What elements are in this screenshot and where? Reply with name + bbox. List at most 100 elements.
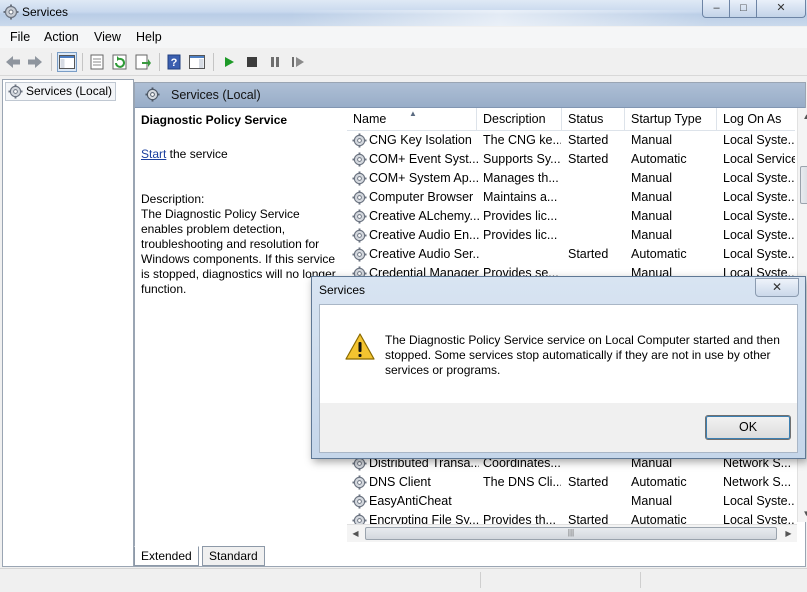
back-arrow-icon[interactable]	[3, 52, 23, 72]
service-name-cell: Creative ALchemy...	[369, 209, 479, 223]
service-row[interactable]: DNS Client The DNS Cli... Started Automatic…	[347, 473, 795, 492]
help-icon[interactable]: ?	[164, 52, 184, 72]
service-description-cell: Maintains a...	[483, 190, 558, 204]
services-message-dialog: Services ✕ The Diagnostic Policy Service…	[311, 276, 806, 459]
service-startup-type-cell: Automatic	[631, 152, 687, 166]
scroll-right-icon[interactable]: ▶	[780, 525, 797, 542]
restart-service-icon[interactable]	[288, 52, 308, 72]
service-row[interactable]: EasyAntiCheat Manual Local Syste...	[347, 492, 795, 511]
refresh-icon[interactable]	[110, 52, 130, 72]
ok-button[interactable]: OK	[705, 415, 791, 440]
menu-file[interactable]: File	[10, 30, 30, 44]
menu-action[interactable]: Action	[44, 30, 79, 44]
service-name-cell: CNG Key Isolation	[369, 133, 472, 147]
toolbar-separator	[213, 53, 214, 71]
view-tabs: Extended Standard	[134, 546, 634, 566]
tab-standard[interactable]: Standard	[202, 546, 265, 566]
menu-help[interactable]: Help	[136, 30, 162, 44]
tree-item-services-local[interactable]: Services (Local)	[5, 82, 117, 101]
status-bar-segment	[640, 572, 641, 588]
service-name-cell: Creative Audio En...	[369, 228, 479, 242]
service-name-cell: Creative Audio Ser...	[369, 247, 479, 261]
services-gear-icon	[3, 4, 19, 20]
stop-service-icon[interactable]	[242, 52, 262, 72]
menu-view[interactable]: View	[94, 30, 121, 44]
minimize-button[interactable]: –	[702, 0, 731, 18]
service-row[interactable]: Creative Audio Ser... Started Automatic Loc…	[347, 245, 795, 264]
start-service-icon[interactable]	[219, 52, 239, 72]
service-log-on-as-cell: Network S...	[723, 475, 792, 489]
pause-service-icon[interactable]	[265, 52, 285, 72]
service-description-cell: The CNG ke...	[483, 133, 561, 147]
horizontal-scrollbar[interactable]: ◀ ||| ▶	[347, 524, 797, 542]
start-service-suffix: the service	[166, 147, 228, 161]
service-startup-type-cell: Manual	[631, 133, 672, 147]
service-startup-type-cell: Automatic	[631, 247, 687, 261]
service-log-on-as-cell: Local Syste...	[723, 171, 795, 185]
scroll-down-icon[interactable]: ▼	[798, 505, 807, 522]
tab-extended[interactable]: Extended	[134, 546, 199, 566]
service-row[interactable]: Creative Audio En... Provides lic... Manua…	[347, 226, 795, 245]
service-startup-type-cell: Manual	[631, 228, 672, 242]
start-service-line: Start the service	[141, 147, 339, 162]
service-log-on-as-cell: Local Syste...	[723, 133, 795, 147]
main-header: Services (Local)	[135, 83, 805, 108]
service-description-cell: Provides lic...	[483, 209, 558, 223]
service-row[interactable]: CNG Key Isolation The CNG ke... Started Man…	[347, 131, 795, 150]
maximize-button[interactable]: □	[729, 0, 758, 18]
show-hide-console-tree-icon[interactable]	[57, 52, 77, 72]
service-row[interactable]: Creative ALchemy... Provides lic... Manual…	[347, 207, 795, 226]
toolbar-separator	[51, 53, 52, 71]
service-description-cell: Supports Sy...	[483, 152, 561, 166]
service-name-cell: DNS Client	[369, 475, 431, 489]
title-bar-glow	[290, 10, 710, 26]
column-header-description[interactable]: Description	[477, 108, 562, 130]
dialog-message-area: The Diagnostic Policy Service service on…	[320, 305, 797, 403]
column-header-log-on-as[interactable]: Log On As	[717, 108, 795, 130]
column-header-status[interactable]: Status	[562, 108, 625, 130]
warning-icon	[345, 333, 375, 360]
toolbar: ?	[0, 49, 807, 76]
dialog-body: The Diagnostic Policy Service service on…	[319, 304, 798, 453]
show-hide-action-pane-icon[interactable]	[187, 52, 207, 72]
service-name-cell: Computer Browser	[369, 190, 474, 204]
service-row[interactable]: COM+ Event Syst... Supports Sy... Started A…	[347, 150, 795, 169]
service-gear-icon	[352, 475, 367, 490]
service-log-on-as-cell: Local Syste...	[723, 190, 795, 204]
service-description-cell: Manages th...	[483, 171, 559, 185]
column-headers: ▲ Name Description Status Startup Type L…	[347, 108, 795, 131]
service-name-cell: COM+ Event Syst...	[369, 152, 479, 166]
service-log-on-as-cell: Local Syste...	[723, 228, 795, 242]
column-header-name[interactable]: ▲ Name	[347, 108, 477, 130]
service-row[interactable]: COM+ System Ap... Manages th... Manual Loca…	[347, 169, 795, 188]
dialog-close-button[interactable]: ✕	[755, 278, 799, 297]
forward-arrow-icon[interactable]	[25, 52, 45, 72]
export-list-icon[interactable]	[133, 52, 153, 72]
scroll-up-icon[interactable]: ▲	[798, 108, 807, 125]
selected-service-name: Diagnostic Policy Service	[141, 113, 288, 127]
toolbar-separator	[159, 53, 160, 71]
vertical-scroll-thumb[interactable]	[800, 166, 807, 204]
dialog-message: The Diagnostic Policy Service service on…	[385, 333, 780, 377]
service-startup-type-cell: Manual	[631, 171, 672, 185]
close-button[interactable]: ✕	[756, 0, 806, 18]
service-status-cell: Started	[568, 475, 609, 489]
service-description-cell: The DNS Cli...	[483, 475, 561, 489]
dialog-title: Services	[319, 283, 366, 297]
horizontal-scroll-thumb[interactable]: |||	[365, 527, 777, 540]
properties-icon[interactable]	[87, 52, 107, 72]
title-bar[interactable]: Services – □ ✕	[0, 0, 807, 26]
column-header-startup-type[interactable]: Startup Type	[625, 108, 717, 130]
service-gear-icon	[352, 171, 367, 186]
service-startup-type-cell: Manual	[631, 190, 672, 204]
service-gear-icon	[352, 247, 367, 262]
service-log-on-as-cell: Local Syste...	[723, 247, 795, 261]
description-text: The Diagnostic Policy Service enables pr…	[141, 207, 336, 296]
status-bar	[0, 568, 807, 592]
sort-ascending-icon: ▲	[409, 109, 417, 118]
scroll-left-icon[interactable]: ◀	[347, 525, 364, 542]
service-gear-icon	[352, 228, 367, 243]
service-description-panel: Diagnostic Policy Service Start the serv…	[141, 113, 339, 297]
start-service-link[interactable]: Start	[141, 147, 166, 161]
service-row[interactable]: Computer Browser Maintains a... Manual Loca…	[347, 188, 795, 207]
